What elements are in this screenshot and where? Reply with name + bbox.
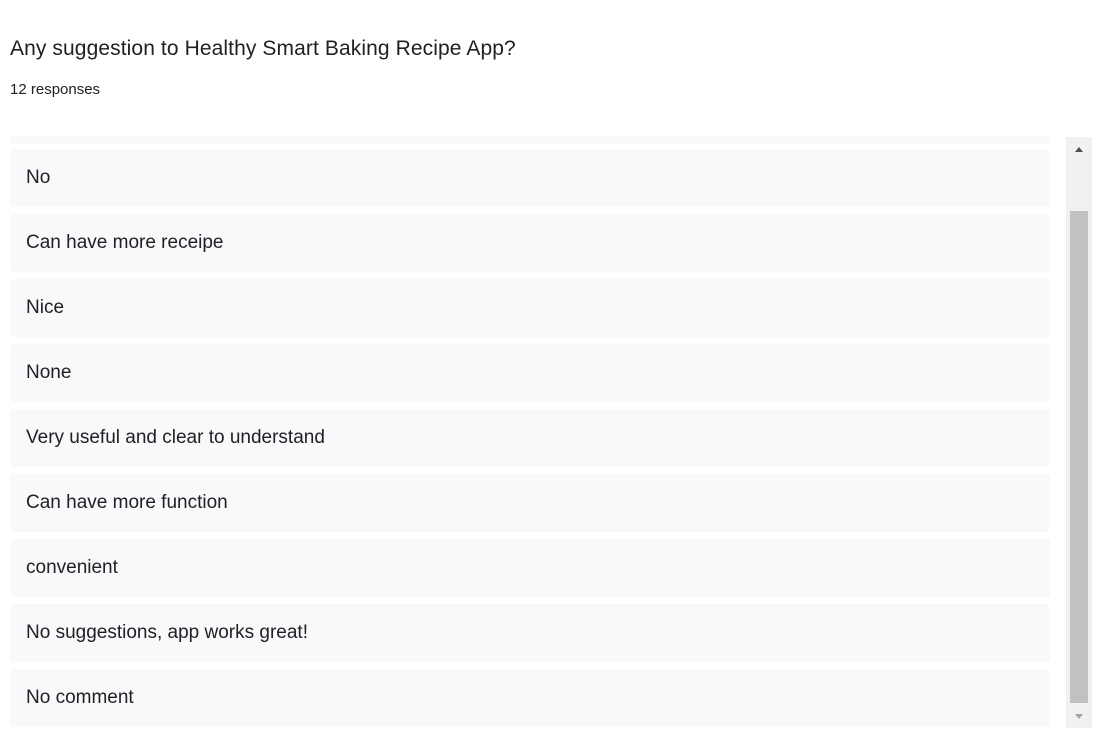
partially-hidden-response bbox=[10, 136, 1050, 144]
response-item: None bbox=[10, 344, 1050, 402]
scrollbar-thumb[interactable] bbox=[1070, 211, 1088, 703]
response-item: No suggestions, app works great! bbox=[10, 604, 1050, 662]
triangle-up-icon bbox=[1075, 146, 1083, 152]
response-item: Very useful and clear to understand bbox=[10, 409, 1050, 467]
response-item: No comment bbox=[10, 669, 1050, 727]
triangle-down-icon bbox=[1075, 713, 1083, 719]
question-title: Any suggestion to Healthy Smart Baking R… bbox=[10, 37, 516, 60]
scroll-up-button[interactable] bbox=[1066, 139, 1092, 159]
vertical-scrollbar[interactable] bbox=[1066, 137, 1092, 728]
response-count: 12 responses bbox=[10, 81, 101, 98]
response-item: Nice bbox=[10, 279, 1050, 337]
response-item: No bbox=[10, 149, 1050, 207]
response-summary-page: Any suggestion to Healthy Smart Baking R… bbox=[0, 0, 1104, 756]
response-item: Can have more receipe bbox=[10, 214, 1050, 272]
response-item: Can have more function bbox=[10, 474, 1050, 532]
scroll-down-button[interactable] bbox=[1066, 706, 1092, 726]
responses-list-viewport[interactable]: No Can have more receipe Nice None Very … bbox=[10, 136, 1050, 728]
response-item: convenient bbox=[10, 539, 1050, 597]
responses-list: No Can have more receipe Nice None Very … bbox=[10, 149, 1050, 728]
